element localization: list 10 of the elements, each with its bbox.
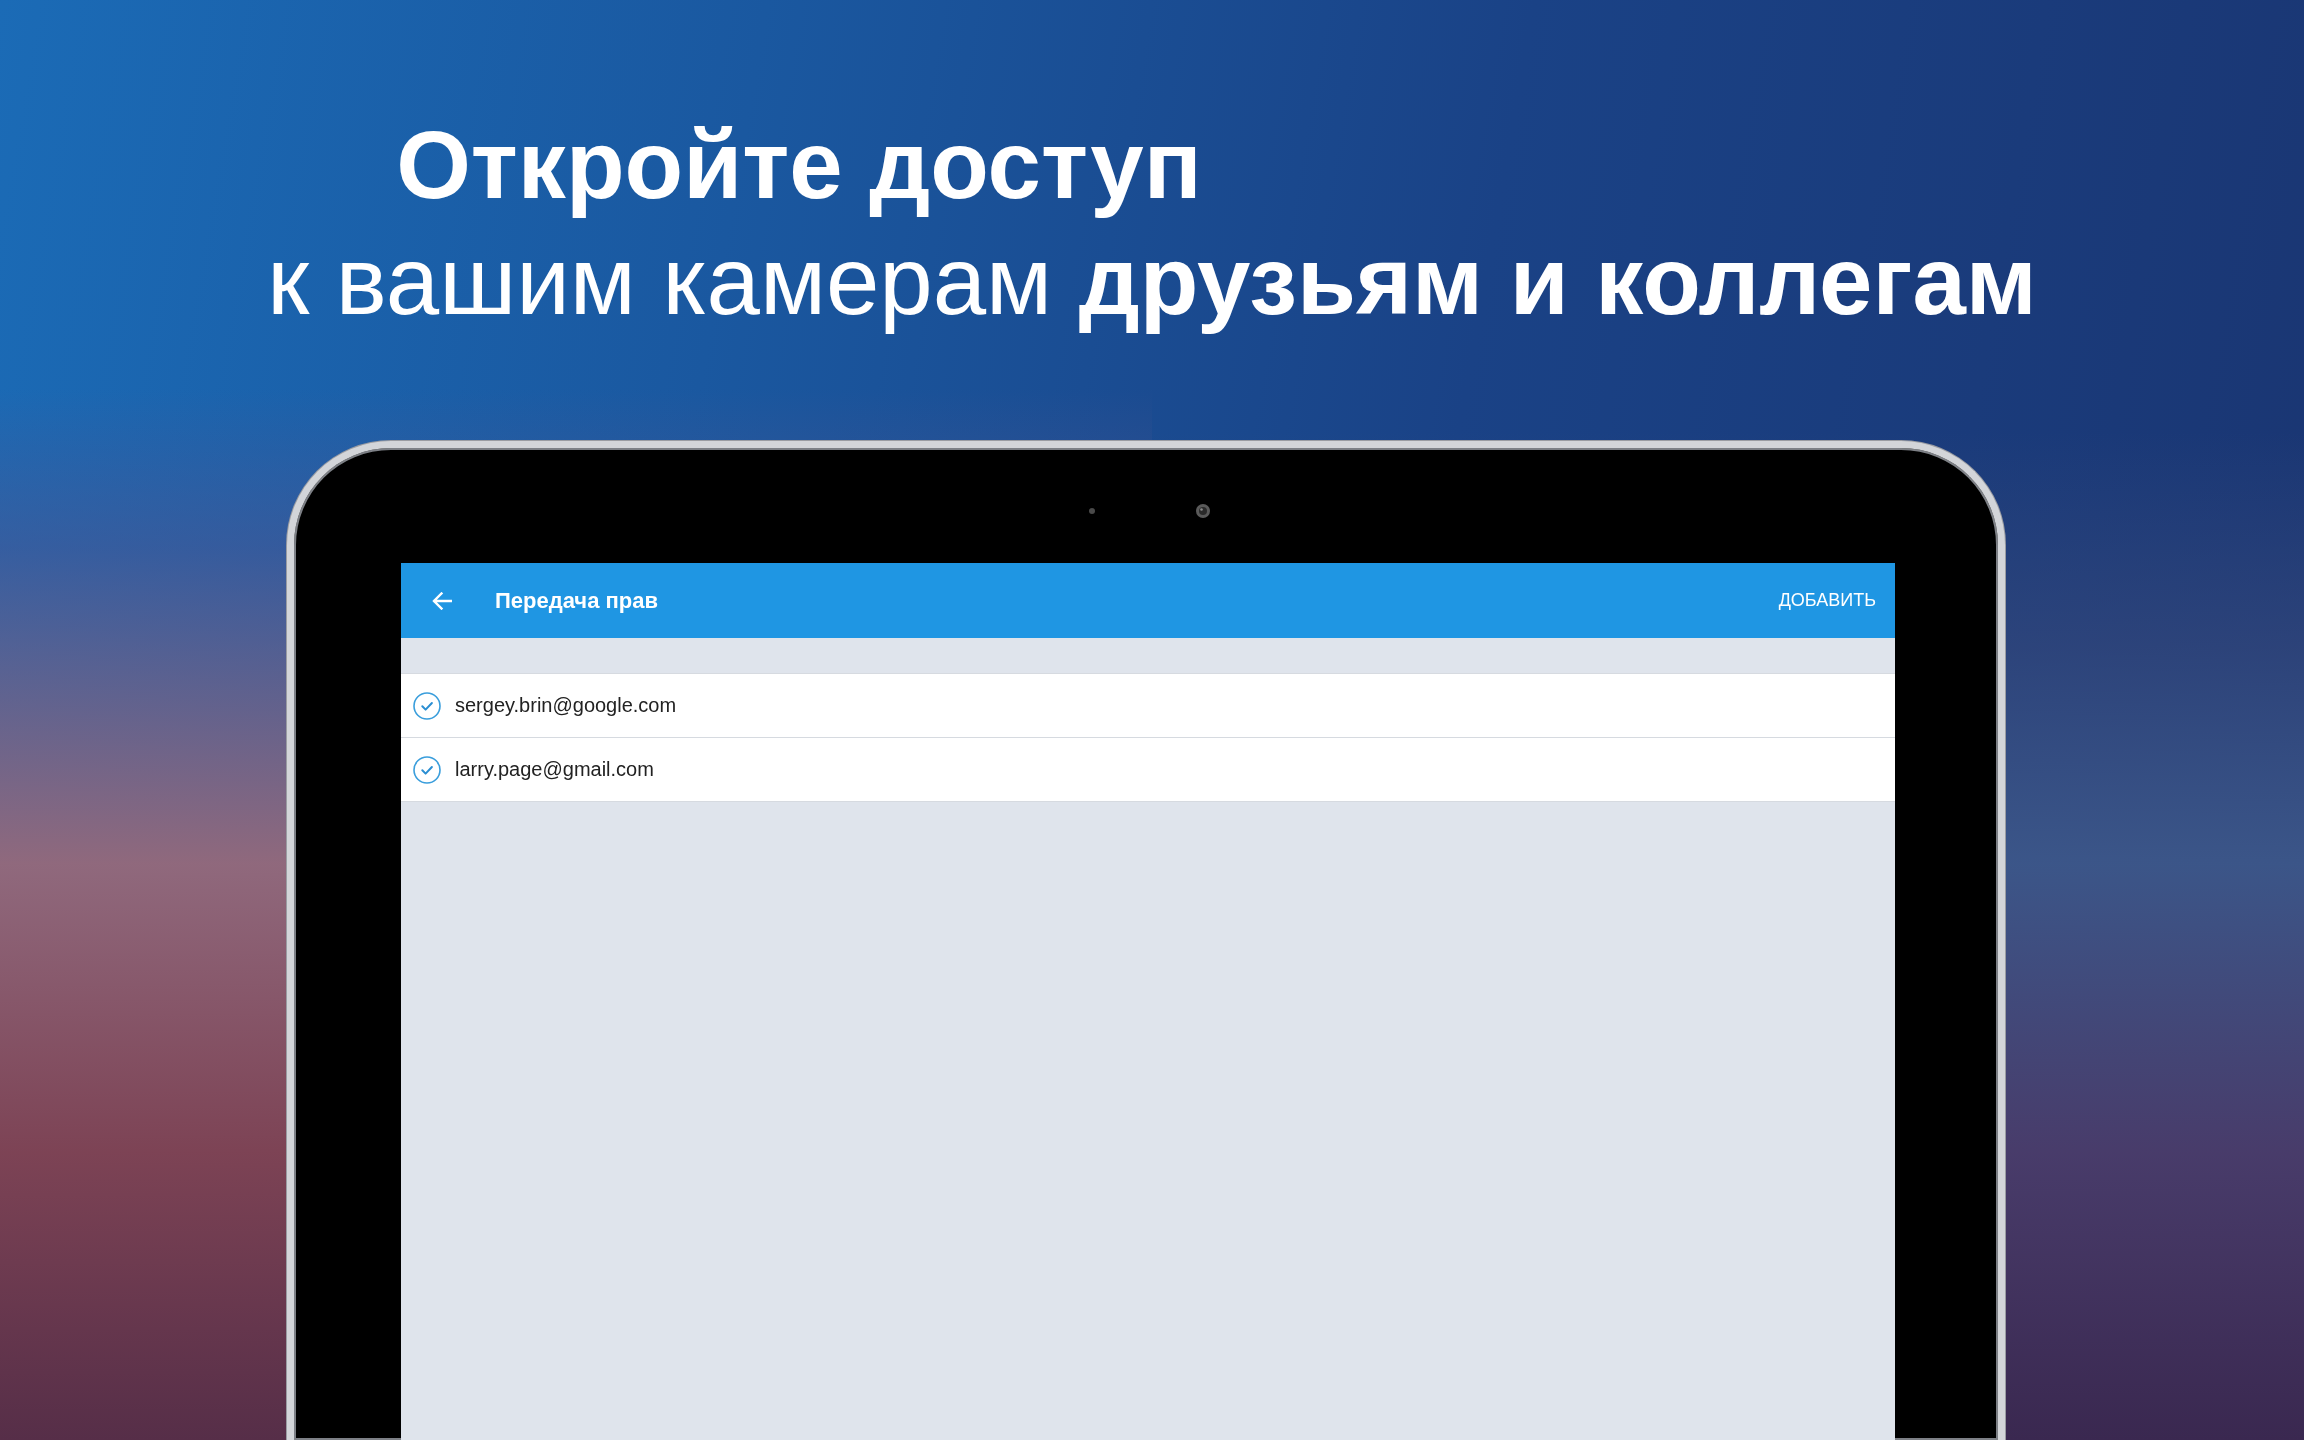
arrow-left-icon xyxy=(432,591,452,610)
sensor-icon xyxy=(1089,508,1095,514)
camera-lens-icon xyxy=(1196,504,1210,518)
user-email: sergey.brin@google.com xyxy=(455,694,677,717)
headline-subtitle: к вашим камерам друзьям и коллегам xyxy=(267,226,2037,336)
user-row[interactable]: larry.page@gmail.com xyxy=(401,738,1895,802)
user-email: larry.page@gmail.com xyxy=(455,758,654,781)
headline-title: Откройте доступ xyxy=(396,110,1202,220)
user-row[interactable]: sergey.brin@google.com xyxy=(401,674,1895,738)
screen-title: Передача прав xyxy=(495,587,658,614)
